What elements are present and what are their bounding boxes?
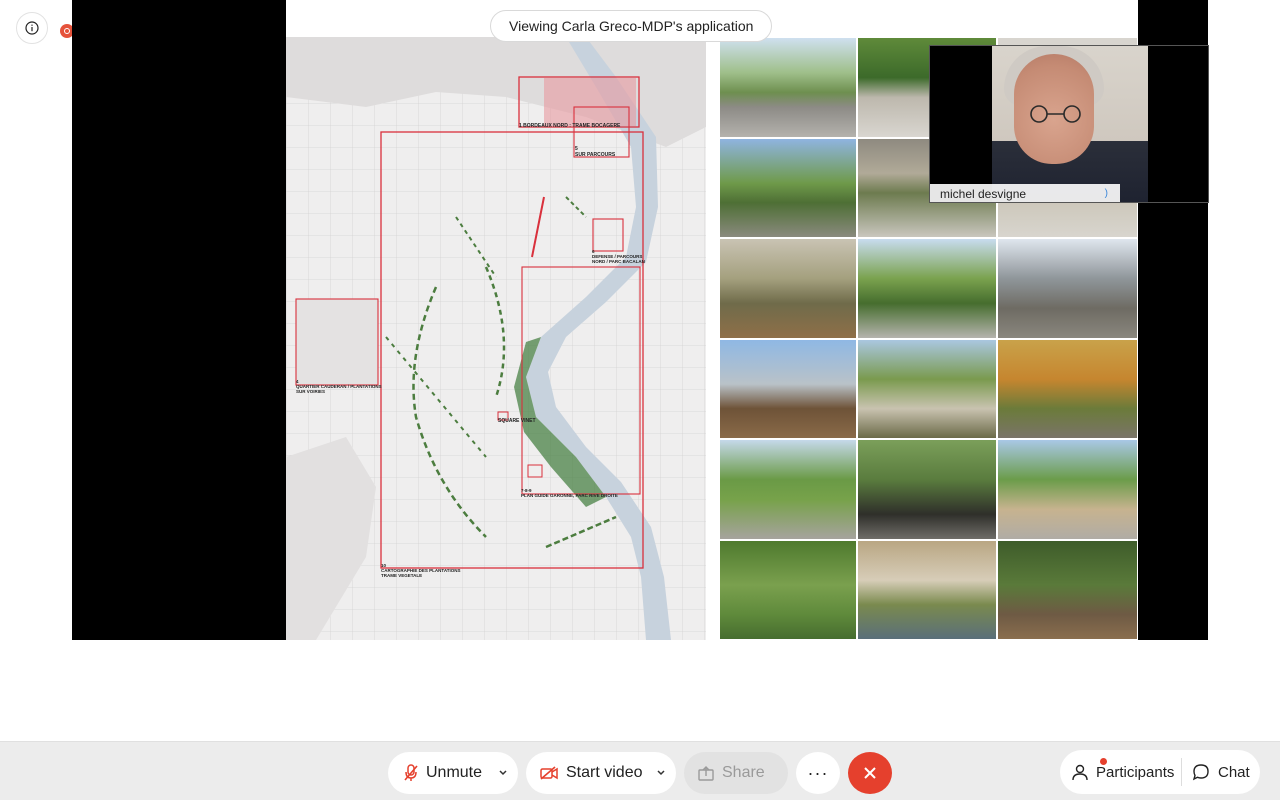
map-label-text: SUR PARCOURS <box>575 152 616 158</box>
map-label-text: BORDEAUX NORD : TRAME BOCAGERE <box>523 123 621 129</box>
map-label-4: 4 QUARTIER CAUDERAN / PLANTATIONS SUR VOI… <box>296 379 386 394</box>
start-video-label: Start video <box>566 764 643 781</box>
photo <box>857 539 997 640</box>
map-label-10: 10 CARTOGRAPHIE DES PLANTATIONS TRAME VEGE… <box>381 563 501 578</box>
info-icon <box>25 21 39 35</box>
participant-name-label: michel desvigne ) <box>930 184 1120 202</box>
photo <box>719 37 857 138</box>
divider <box>1181 758 1182 786</box>
photo <box>719 338 857 439</box>
map-label-number: 1 <box>519 123 522 129</box>
city-plan-map: 1 BORDEAUX NORD : TRAME BOCAGERE 5 SUR PA… <box>286 37 706 640</box>
chat-button[interactable]: Chat <box>1192 750 1250 794</box>
side-panel-controls: Participants Chat <box>1060 750 1260 794</box>
photo <box>997 439 1138 540</box>
end-call-button[interactable] <box>848 752 892 794</box>
map-label-subtext: TRAME VEGETALE <box>381 573 423 578</box>
map-label-text: PLAN GUIDE GARONNE, PARC RIVE DROITE <box>521 493 618 498</box>
map-label-6: 6 DEFENSE / PARCOURS NORD / PARC BACALAN <box>592 249 652 264</box>
share-icon <box>698 766 714 781</box>
map-label-square: SQUARE VINET <box>498 418 536 424</box>
audio-signal-icon: ) <box>1104 188 1108 199</box>
start-video-button[interactable]: Start video <box>526 752 676 794</box>
chat-label: Chat <box>1218 763 1250 781</box>
map-label-789: 7-8-9 PLAN GUIDE GARONNE, PARC RIVE DROIT… <box>521 488 641 498</box>
info-button[interactable] <box>16 12 48 44</box>
chevron-down-icon[interactable] <box>498 764 508 782</box>
meeting-toolbar: Unmute Start video Share ··· Participant… <box>0 741 1280 800</box>
participant-video <box>992 46 1148 202</box>
share-button[interactable]: Share <box>684 752 788 794</box>
participants-icon <box>1072 764 1088 781</box>
map-label-text: QUARTIER CAUDERAN / PLANTATIONS SUR VOIR… <box>296 384 382 394</box>
notification-badge <box>1100 758 1107 765</box>
unmute-label: Unmute <box>426 764 483 781</box>
mic-muted-icon <box>404 764 418 781</box>
photo <box>719 238 857 339</box>
photo <box>719 439 857 540</box>
unmute-button[interactable]: Unmute <box>388 752 518 794</box>
map-drawing <box>286 37 706 640</box>
video-off-icon <box>540 766 558 780</box>
map-label-text: DEFENSE / PARCOURS NORD / PARC BACALAN <box>592 254 645 264</box>
participants-label: Participants <box>1096 763 1175 781</box>
map-label-5: 5 SUR PARCOURS <box>575 146 615 158</box>
map-label-1: 1 BORDEAUX NORD : TRAME BOCAGERE <box>519 123 620 129</box>
photo <box>997 238 1138 339</box>
photo <box>857 439 997 540</box>
participant-video-tile[interactable]: michel desvigne ) <box>929 45 1209 203</box>
photo <box>857 338 997 439</box>
more-options-button[interactable]: ··· <box>796 752 840 794</box>
close-icon <box>864 767 876 779</box>
photo <box>997 338 1138 439</box>
photo <box>857 238 997 339</box>
sharing-banner: Viewing Carla Greco-MDP's application <box>490 10 773 42</box>
chat-icon <box>1192 764 1209 781</box>
photo <box>719 137 857 238</box>
photo <box>719 539 857 640</box>
photo <box>997 539 1138 640</box>
participant-name: michel desvigne <box>940 187 1027 201</box>
participants-button[interactable]: Participants <box>1072 750 1174 794</box>
share-label: Share <box>722 764 765 781</box>
chevron-down-icon[interactable] <box>656 764 666 782</box>
